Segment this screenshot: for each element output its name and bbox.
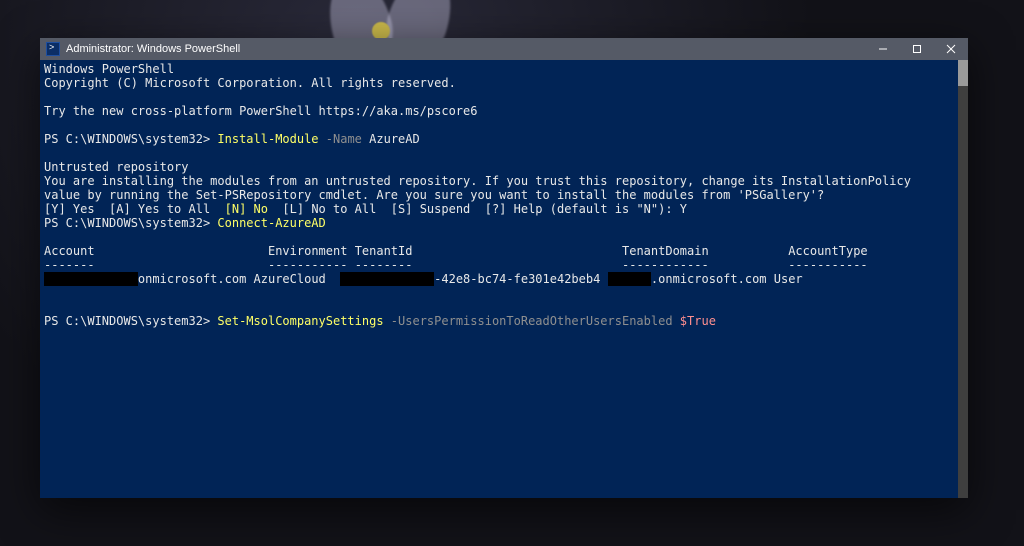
row-accttype: User — [774, 272, 803, 286]
untrusted-opt-no: [N] No — [225, 202, 268, 216]
cmd2-cmdlet: Connect-AzureAD — [217, 216, 325, 230]
cmd3-val: $True — [680, 314, 716, 328]
banner-line2: Copyright (C) Microsoft Corporation. All… — [44, 76, 456, 90]
cmd1-cmdlet: Install-Module — [217, 132, 318, 146]
untrusted-body1: You are installing the modules from an u… — [44, 174, 911, 188]
sep-tenantid: -------- — [355, 258, 413, 272]
maximize-button[interactable] — [900, 38, 934, 60]
th-accttype: AccountType — [788, 244, 867, 258]
redacted-tenantid: xxxxxxxxxxxxx — [340, 272, 434, 286]
sep-account: ------- — [44, 258, 95, 272]
cmd1-param: -Name — [326, 132, 362, 146]
th-env: Environment — [268, 244, 347, 258]
row-tenantid-suffix: -42e8-bc74-fe301e42beb4 — [434, 272, 600, 286]
terminal-client: Windows PowerShell Copyright (C) Microso… — [40, 60, 968, 498]
powershell-window: Administrator: Windows PowerShell Window… — [40, 38, 968, 498]
prompt3: PS C:\WINDOWS\system32> — [44, 314, 217, 328]
powershell-icon — [46, 42, 60, 56]
row-account-suffix: onmicrosoft.com — [138, 272, 246, 286]
sep-env: ----------- — [268, 258, 347, 272]
sep-tenantdomain: ------------ — [622, 258, 709, 272]
titlebar[interactable]: Administrator: Windows PowerShell — [40, 38, 968, 60]
prompt: PS C:\WINDOWS\system32> — [44, 132, 217, 146]
scrollbar-thumb[interactable] — [958, 60, 968, 86]
th-account: Account — [44, 244, 95, 258]
cmd3-cmdlet: Set-MsolCompanySettings — [217, 314, 383, 328]
untrusted-body2: value by running the Set-PSRepository cm… — [44, 188, 824, 202]
cmd1-arg: AzureAD — [369, 132, 420, 146]
sep-accttype: ----------- — [788, 258, 867, 272]
minimize-button[interactable] — [866, 38, 900, 60]
untrusted-answer: Y — [680, 202, 687, 216]
redacted-tenantdomain: xxxxxx — [608, 272, 651, 286]
banner-try: Try the new cross-platform PowerShell ht… — [44, 104, 477, 118]
row-tenantdomain-suffix: .onmicrosoft.com — [651, 272, 767, 286]
redacted-account: xxxxxxxxxxxxx — [44, 272, 138, 286]
row-env: AzureCloud — [254, 272, 326, 286]
window-title: Administrator: Windows PowerShell — [66, 43, 240, 55]
prompt2: PS C:\WINDOWS\system32> — [44, 216, 217, 230]
untrusted-header: Untrusted repository — [44, 160, 189, 174]
cmd3-param: -UsersPermissionToReadOtherUsersEnabled — [391, 314, 673, 328]
close-button[interactable] — [934, 38, 968, 60]
untrusted-opt-yes: [Y] Yes [A] Yes to All — [44, 202, 225, 216]
terminal-output[interactable]: Windows PowerShell Copyright (C) Microso… — [40, 60, 968, 498]
scrollbar-vertical[interactable] — [958, 60, 968, 498]
banner-line1: Windows PowerShell — [44, 62, 174, 76]
th-tenantdomain: TenantDomain — [622, 244, 709, 258]
untrusted-opt-rest: [L] No to All [S] Suspend [?] Help (defa… — [268, 202, 680, 216]
th-tenantid: TenantId — [355, 244, 413, 258]
